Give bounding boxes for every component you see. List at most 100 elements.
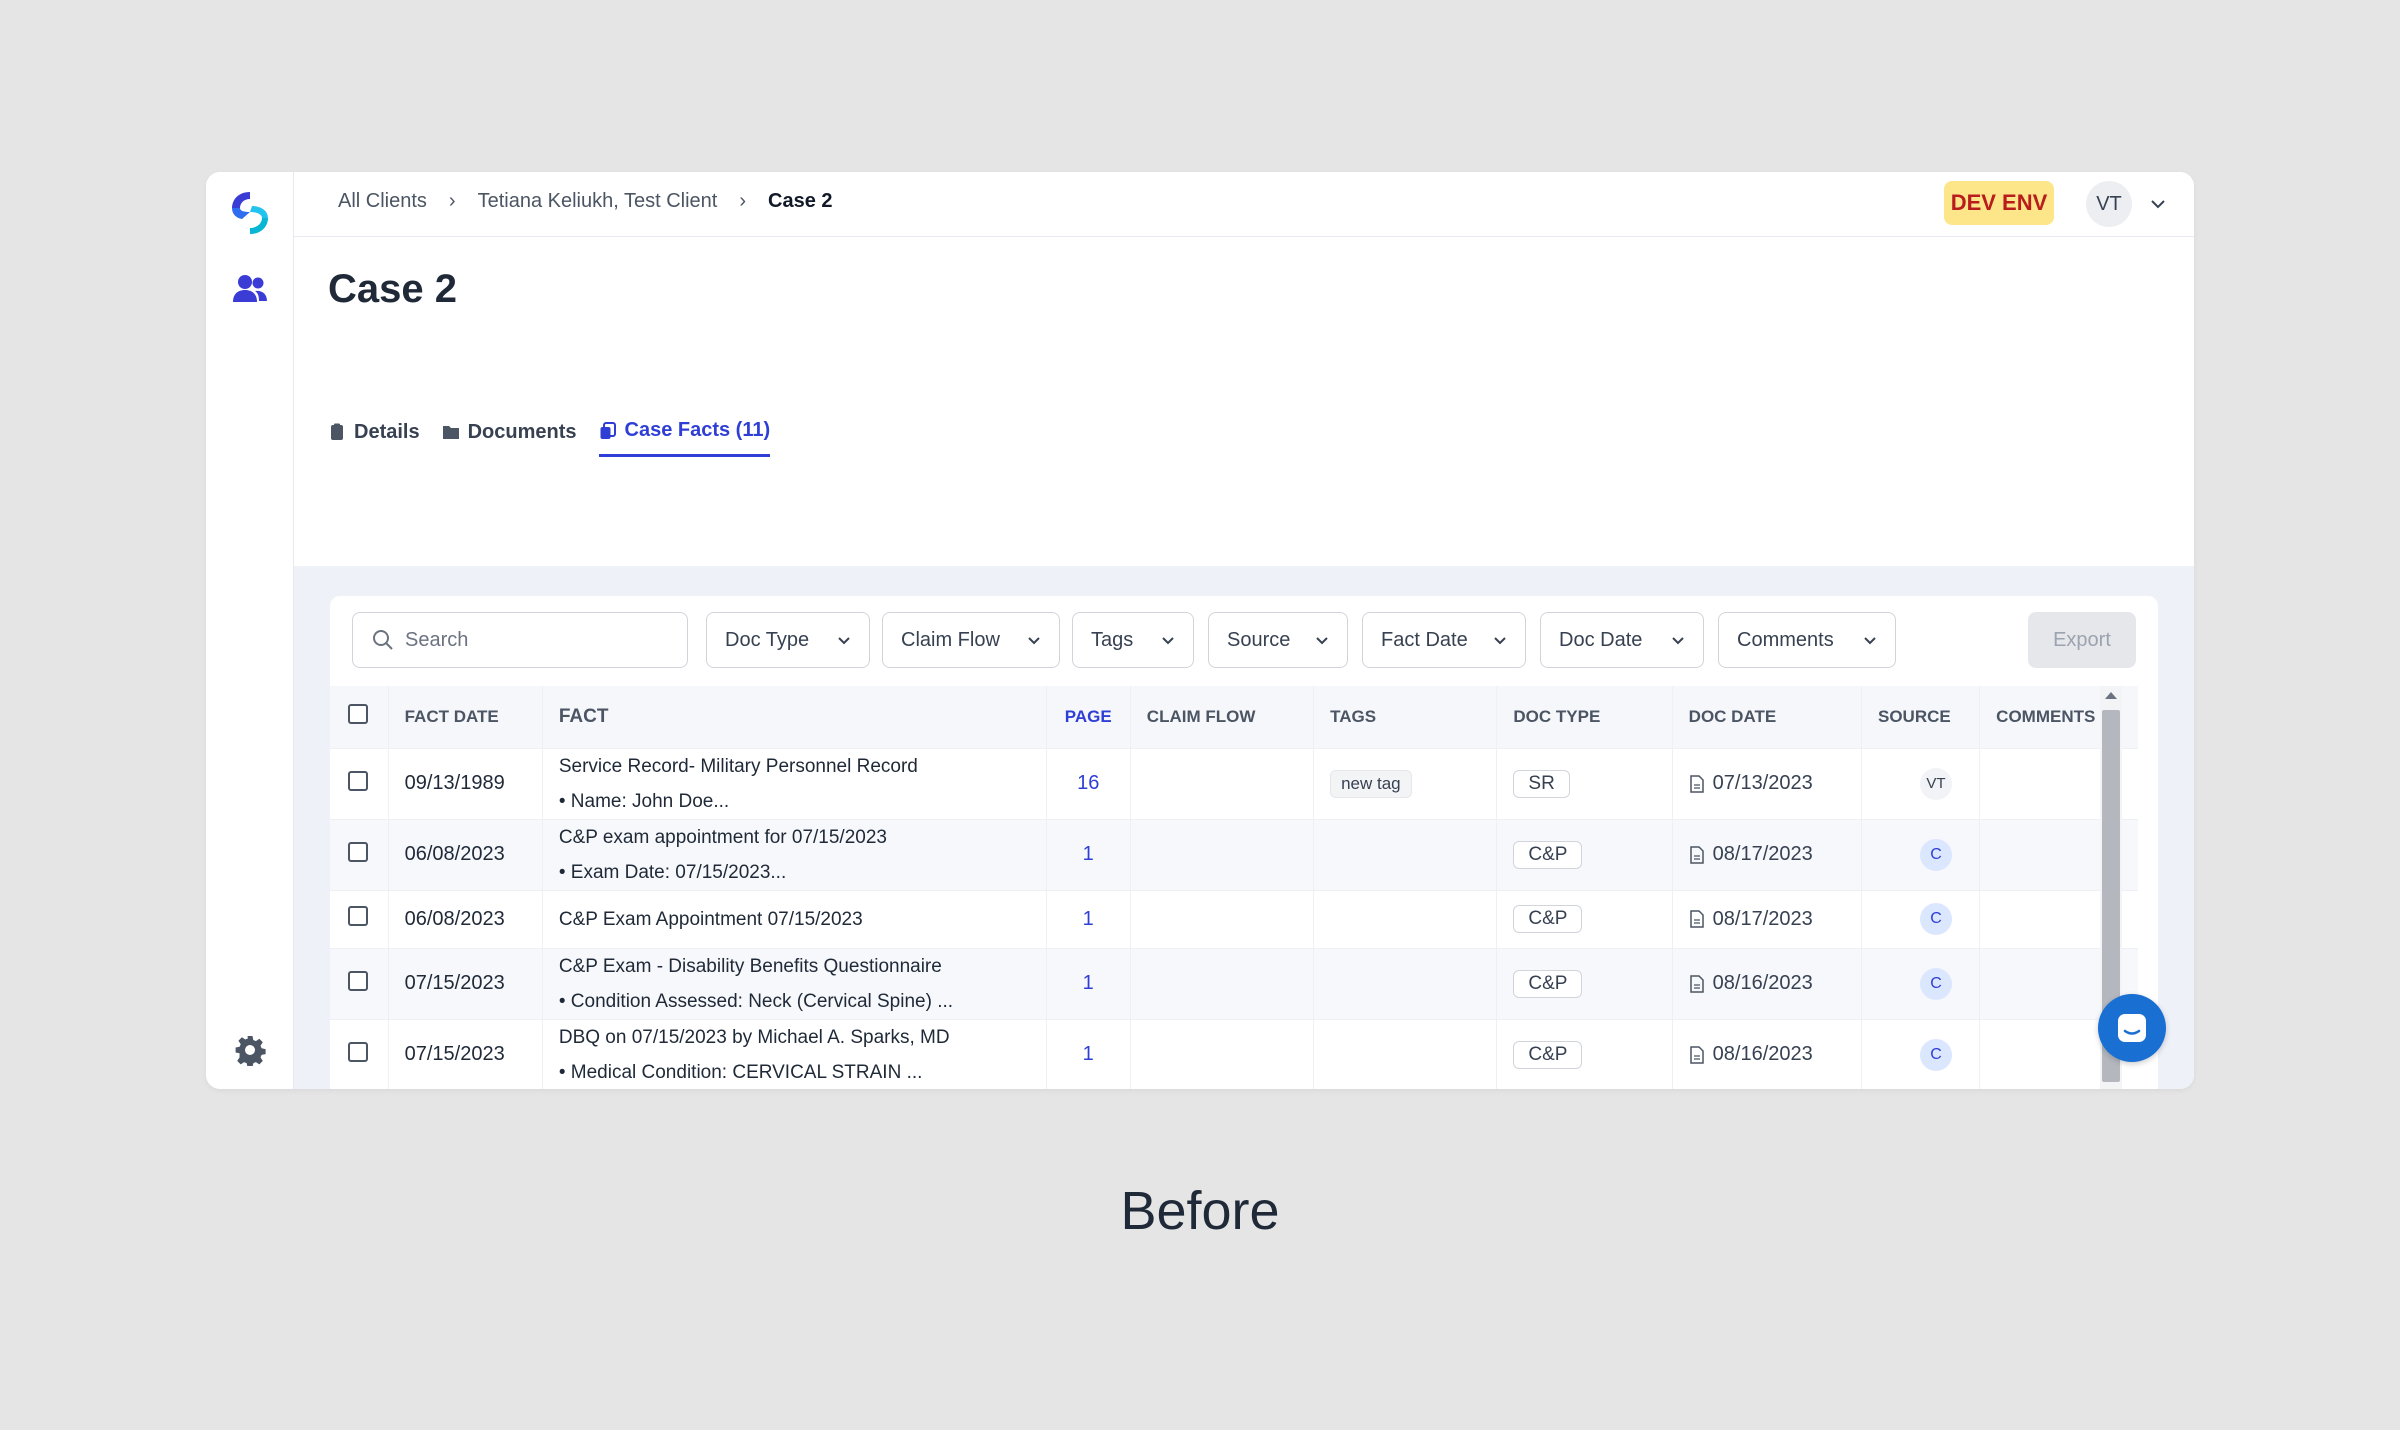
doc-date-cell[interactable]: 07/13/2023 — [1672, 747, 1862, 819]
table-row[interactable]: 07/15/2023 DBQ on 07/15/2023 by Michael A… — [330, 1018, 2138, 1089]
doc-date-cell[interactable]: 08/17/2023 — [1672, 889, 1862, 948]
filter-label: Comments — [1737, 628, 1834, 651]
fact-date-cell: 07/15/2023 — [388, 1018, 543, 1089]
doc-type-cell: SR — [1496, 747, 1673, 819]
tab-documents[interactable]: Documents — [442, 407, 577, 457]
source-avatar: C — [1919, 1038, 1952, 1071]
row-checkbox[interactable] — [348, 770, 368, 791]
user-avatar[interactable]: VT — [2086, 181, 2132, 227]
source-cell: C — [1861, 1018, 1981, 1089]
row-checkbox-cell — [330, 818, 389, 890]
breadcrumb-current: Case 2 — [768, 190, 833, 212]
sidebar — [206, 172, 294, 1089]
filter-doc-date[interactable]: Doc Date — [1540, 612, 1704, 668]
table-row[interactable]: 07/15/2023 C&P Exam - Disability Benefits… — [330, 947, 2138, 1019]
filter-source[interactable]: Source — [1208, 612, 1348, 668]
filter-doc-type[interactable]: Doc Type — [706, 612, 870, 668]
search-input[interactable]: Search — [352, 612, 688, 668]
document-icon — [1689, 1045, 1704, 1064]
row-checkbox[interactable] — [348, 906, 368, 926]
copy-icon — [600, 421, 616, 439]
doc-date-cell[interactable]: 08/16/2023 — [1672, 947, 1862, 1019]
row-checkbox[interactable] — [348, 970, 368, 991]
filter-comments[interactable]: Comments — [1718, 612, 1896, 668]
select-all-checkbox[interactable] — [348, 704, 368, 725]
filter-tags[interactable]: Tags — [1072, 612, 1194, 668]
users-icon[interactable] — [231, 272, 269, 306]
doc-date: 08/17/2023 — [1712, 907, 1813, 930]
claim-flow-cell — [1129, 818, 1315, 890]
tags-cell: new tag — [1313, 747, 1498, 819]
source-avatar: VT — [1919, 767, 1952, 800]
column-header[interactable]: FACT — [542, 686, 1047, 748]
table-row[interactable]: 06/08/2023 C&P Exam Appointment 07/15/202… — [330, 889, 2138, 948]
doc-type-chip: C&P — [1513, 905, 1583, 933]
chevron-down-icon[interactable] — [2148, 194, 2168, 214]
search-placeholder: Search — [405, 628, 469, 651]
fact-title: C&P exam appointment for 07/15/2023 — [558, 826, 887, 848]
doc-date-cell[interactable]: 08/17/2023 — [1672, 818, 1862, 890]
row-checkbox-cell — [330, 747, 389, 819]
source-cell: C — [1861, 947, 1981, 1019]
source-cell: C — [1861, 818, 1981, 890]
facts-card: Search Doc Type Claim Flow Tags Source F… — [330, 596, 2158, 1089]
tab-label: Details — [354, 420, 420, 443]
doc-type-chip: C&P — [1513, 840, 1583, 869]
row-checkbox[interactable] — [348, 841, 368, 862]
breadcrumb-all-clients[interactable]: All Clients — [338, 190, 427, 213]
tag-chip[interactable]: new tag — [1330, 769, 1412, 798]
fact-cell[interactable]: DBQ on 07/15/2023 by Michael A. Sparks, … — [542, 1018, 1047, 1089]
filter-label: Source — [1227, 628, 1291, 651]
filter-label: Doc Type — [725, 628, 810, 651]
page-link[interactable]: 16 — [1046, 747, 1131, 819]
source-cell: VT — [1861, 747, 1981, 819]
scroll-up-icon[interactable] — [2105, 692, 2117, 699]
fact-cell[interactable]: C&P Exam - Disability Benefits Questionn… — [542, 947, 1047, 1019]
tab-case-facts[interactable]: Case Facts (11) — [598, 407, 771, 457]
filter-label: Tags — [1091, 628, 1134, 651]
doc-type-cell: C&P — [1496, 1018, 1673, 1089]
filter-fact-date[interactable]: Fact Date — [1362, 612, 1526, 668]
clipboard-icon — [331, 423, 343, 440]
table-row[interactable]: 06/08/2023 C&P exam appointment for 07/15… — [330, 818, 2138, 890]
chat-icon — [2118, 1014, 2146, 1042]
fact-cell[interactable]: Service Record- Military Personnel Recor… — [542, 747, 1047, 819]
export-button[interactable]: Export — [2028, 612, 2136, 668]
chevron-down-icon — [838, 637, 850, 645]
fact-cell[interactable]: C&P exam appointment for 07/15/2023 • Exa… — [542, 818, 1047, 890]
column-header[interactable]: SOURCE — [1861, 686, 1981, 748]
doc-type-chip: SR — [1513, 769, 1570, 798]
column-header[interactable]: FACT DATE — [388, 686, 543, 748]
settings-gear-icon[interactable] — [234, 1034, 266, 1066]
document-icon — [1689, 845, 1704, 864]
column-header[interactable]: DOC TYPE — [1496, 686, 1673, 748]
page-link[interactable]: 1 — [1046, 889, 1131, 948]
doc-date-cell[interactable]: 08/16/2023 — [1672, 1018, 1862, 1089]
tab-details[interactable]: Details — [328, 407, 420, 457]
page-link[interactable]: 1 — [1046, 1018, 1131, 1089]
source-cell: C — [1861, 889, 1981, 948]
page-link[interactable]: 1 — [1046, 947, 1131, 1019]
fact-cell[interactable]: C&P Exam Appointment 07/15/2023 — [542, 889, 1047, 948]
row-checkbox[interactable] — [348, 1041, 368, 1062]
column-header[interactable]: TAGS — [1313, 686, 1498, 748]
tags-cell — [1313, 947, 1498, 1019]
column-header[interactable]: CLAIM FLOW — [1129, 686, 1315, 748]
table-row[interactable]: 09/13/1989 Service Record- Military Perso… — [330, 747, 2138, 819]
claim-flow-cell — [1129, 947, 1315, 1019]
tab-label: Case Facts (11) — [624, 419, 771, 441]
page-link[interactable]: 1 — [1046, 818, 1131, 890]
chat-button[interactable] — [2098, 994, 2166, 1062]
row-checkbox-cell — [330, 1018, 389, 1089]
document-icon — [1689, 910, 1704, 928]
column-header[interactable]: PAGE — [1046, 686, 1131, 748]
fact-detail: • Exam Date: 07/15/2023... — [558, 861, 787, 883]
chevron-down-icon — [1494, 637, 1506, 645]
chevron-right-icon: › — [739, 190, 747, 212]
caption: Before — [1120, 1181, 1280, 1241]
tags-cell — [1313, 889, 1498, 948]
column-header[interactable]: DOC DATE — [1672, 686, 1862, 748]
app-logo[interactable] — [228, 188, 272, 236]
breadcrumb-client[interactable]: Tetiana Keliukh, Test Client — [478, 190, 718, 213]
filter-claim-flow[interactable]: Claim Flow — [882, 612, 1060, 668]
